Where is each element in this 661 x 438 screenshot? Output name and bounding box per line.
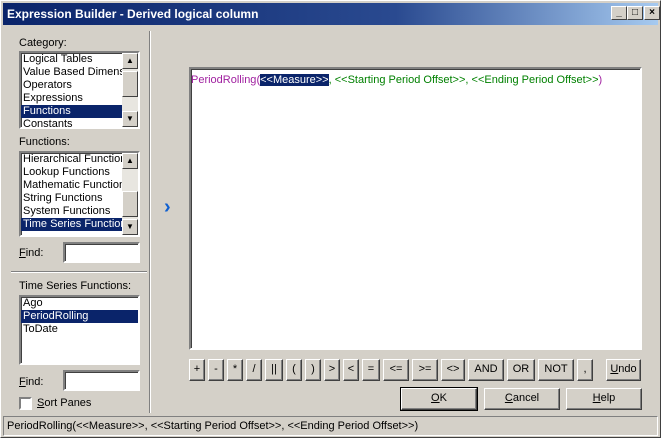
operator-greater-than-button[interactable]: >	[324, 359, 340, 381]
expression-text[interactable]: PeriodRolling(<<Measure>>, <<Starting Pe…	[191, 74, 602, 86]
category-list[interactable]: Logical Tables Value Based Dimensi Operato…	[19, 51, 140, 131]
list-item[interactable]: Value Based Dimensi	[21, 66, 122, 79]
scroll-thumb[interactable]	[122, 71, 138, 97]
list-item[interactable]: ToDate	[21, 323, 138, 336]
expression-builder-window: Expression Builder - Derived logical col…	[0, 0, 661, 438]
operator-comma-button[interactable]: ,	[577, 359, 593, 381]
pane-divider	[149, 31, 151, 413]
list-item[interactable]: Lookup Functions	[21, 166, 122, 179]
expression-editor[interactable]	[189, 67, 642, 350]
scroll-up-icon[interactable]: ▲	[122, 153, 138, 169]
list-item[interactable]: Hierarchical Function	[21, 153, 122, 166]
help-button[interactable]: Help	[566, 388, 642, 410]
list-item[interactable]: PeriodRolling	[21, 310, 138, 323]
window-title: Expression Builder - Derived logical col…	[7, 7, 259, 21]
cancel-button[interactable]: Cancel	[484, 388, 560, 410]
operator-open-paren-button[interactable]: (	[286, 359, 302, 381]
category-label: Category:	[19, 37, 67, 49]
close-icon: ×	[649, 7, 655, 18]
find-label: Find:	[19, 247, 44, 259]
sort-panes-label: Sort Panes	[37, 397, 92, 409]
list-item[interactable]: String Functions	[21, 192, 122, 205]
maximize-icon: □	[631, 7, 639, 18]
list-item[interactable]: System Functions	[21, 205, 122, 218]
operator-multiply-button[interactable]: *	[227, 359, 243, 381]
list-item[interactable]: Mathematic Function	[21, 179, 122, 192]
sub-functions-label: Time Series Functions:	[19, 280, 132, 292]
status-bar: PeriodRolling(<<Measure>>, <<Starting Pe…	[3, 416, 658, 436]
list-item[interactable]: Logical Tables	[21, 53, 122, 66]
measure-placeholder: <<Measure>>	[260, 74, 329, 86]
operator-less-equal-button[interactable]: <=	[383, 359, 409, 381]
list-item[interactable]: Constants	[21, 118, 122, 131]
left-pane-divider	[11, 271, 147, 273]
find-input-2[interactable]	[63, 370, 140, 391]
list-item[interactable]: Operators	[21, 79, 122, 92]
operator-less-than-button[interactable]: <	[343, 359, 359, 381]
ending-offset-placeholder: <<Ending Period Offset>>	[471, 74, 599, 86]
scroll-thumb[interactable]	[122, 191, 138, 217]
category-scrollbar[interactable]: ▲ ▼	[122, 53, 138, 127]
list-item[interactable]: Ago	[21, 297, 138, 310]
list-item[interactable]: Time Series Function	[21, 218, 122, 231]
minimize-button[interactable]: _	[611, 6, 627, 20]
operator-not-equal-button[interactable]: <>	[441, 359, 465, 381]
title-bar[interactable]: Expression Builder - Derived logical col…	[3, 3, 660, 25]
find-input[interactable]	[63, 242, 140, 263]
close-button[interactable]: ×	[644, 6, 660, 20]
operator-divide-button[interactable]: /	[246, 359, 262, 381]
find-label-2: Find:	[19, 376, 44, 388]
operator-and-button[interactable]: AND	[468, 359, 504, 381]
operator-greater-equal-button[interactable]: >=	[412, 359, 438, 381]
functions-scrollbar[interactable]: ▲ ▼	[122, 153, 138, 235]
starting-offset-placeholder: <<Starting Period Offset>>	[334, 74, 466, 86]
operator-minus-button[interactable]: -	[208, 359, 224, 381]
maximize-button[interactable]: □	[627, 6, 643, 20]
operator-equals-button[interactable]: =	[362, 359, 380, 381]
scroll-down-icon[interactable]: ▼	[122, 111, 138, 127]
scroll-up-icon[interactable]: ▲	[122, 53, 138, 69]
sub-functions-list[interactable]: Ago PeriodRolling ToDate	[19, 295, 140, 365]
undo-button[interactable]: Undo	[606, 359, 641, 381]
scroll-down-icon[interactable]: ▼	[122, 219, 138, 235]
list-item[interactable]: Expressions	[21, 92, 122, 105]
sort-panes-checkbox[interactable]	[19, 397, 32, 410]
functions-list[interactable]: Hierarchical Function Lookup Functions Mat…	[19, 151, 140, 237]
functions-label: Functions:	[19, 136, 70, 148]
operator-concat-button[interactable]: ||	[265, 359, 283, 381]
ok-button[interactable]: OK	[400, 387, 478, 411]
list-item[interactable]: Functions	[21, 105, 122, 118]
operator-or-button[interactable]: OR	[507, 359, 535, 381]
operator-not-button[interactable]: NOT	[538, 359, 574, 381]
operator-plus-button[interactable]: +	[189, 359, 205, 381]
insert-arrow-icon[interactable]: ›	[164, 196, 171, 219]
minimize-icon: _	[616, 7, 622, 18]
operator-close-paren-button[interactable]: )	[305, 359, 321, 381]
